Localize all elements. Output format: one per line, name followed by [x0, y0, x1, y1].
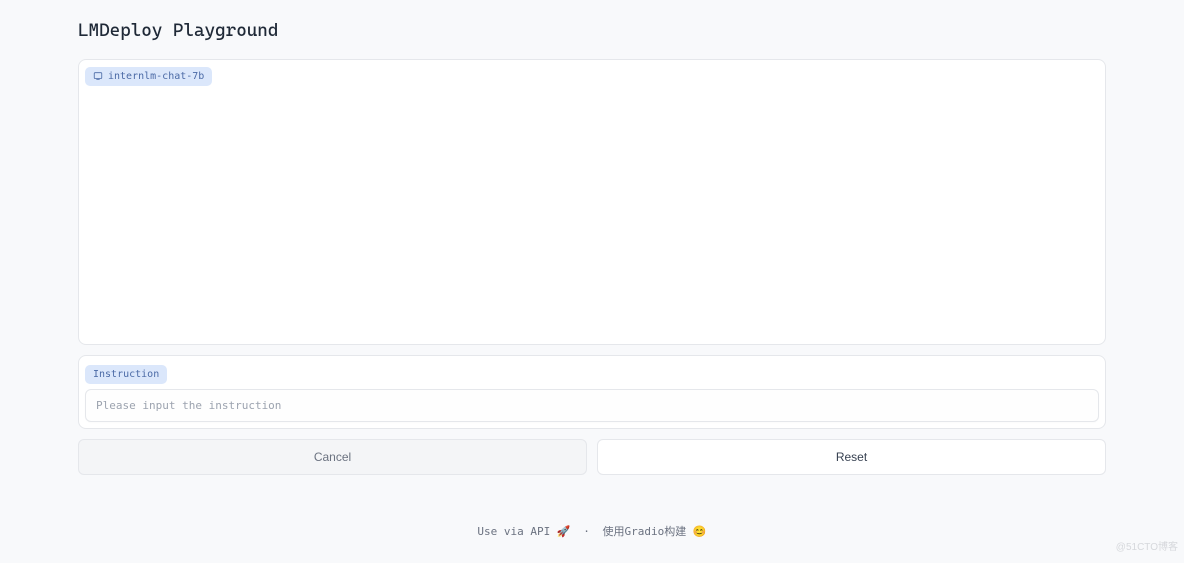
gradio-text: 使用Gradio构建	[602, 525, 686, 538]
rocket-icon: 🚀	[557, 525, 571, 538]
model-badge-label: internlm-chat-7b	[108, 71, 204, 82]
model-badge: internlm-chat-7b	[85, 67, 212, 86]
watermark: @51CTO博客	[1116, 538, 1178, 553]
instruction-badge: Instruction	[85, 365, 167, 384]
chat-icon	[93, 71, 103, 81]
chat-panel: internlm-chat-7b	[78, 59, 1106, 345]
page-title: LMDeploy Playground	[78, 20, 1106, 41]
footer-separator: ·	[583, 525, 590, 538]
instruction-input[interactable]	[85, 389, 1099, 422]
footer: Use via API 🚀 · 使用Gradio构建 😊	[78, 523, 1106, 539]
instruction-label: Instruction	[93, 369, 159, 380]
use-via-api-link[interactable]: Use via API 🚀	[477, 525, 577, 538]
cancel-button[interactable]: Cancel	[78, 439, 587, 475]
gradio-emoji-icon: 😊	[693, 525, 707, 538]
gradio-link[interactable]: 使用Gradio构建 😊	[602, 525, 706, 538]
button-row: Cancel Reset	[78, 439, 1106, 475]
instruction-panel: Instruction	[78, 355, 1106, 429]
reset-button[interactable]: Reset	[597, 439, 1106, 475]
api-text: Use via API	[477, 525, 550, 538]
